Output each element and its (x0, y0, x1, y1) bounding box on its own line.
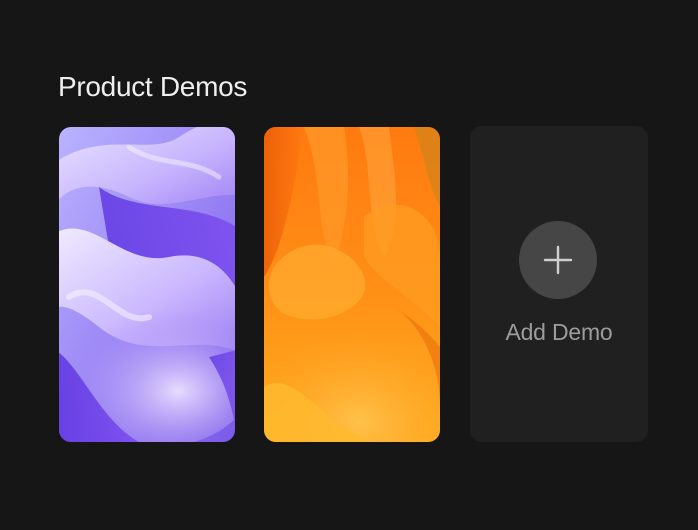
orange-smoke-thumbnail (264, 127, 440, 442)
add-demo-button[interactable] (519, 221, 597, 299)
add-demo-card[interactable]: Add Demo (470, 126, 648, 442)
add-demo-label: Add Demo (505, 319, 613, 345)
demo-card-purple[interactable] (59, 127, 235, 442)
purple-waves-thumbnail (59, 127, 235, 442)
demo-card-orange[interactable] (264, 127, 440, 442)
plus-icon (543, 245, 573, 275)
demo-gallery: Add Demo (0, 0, 698, 530)
